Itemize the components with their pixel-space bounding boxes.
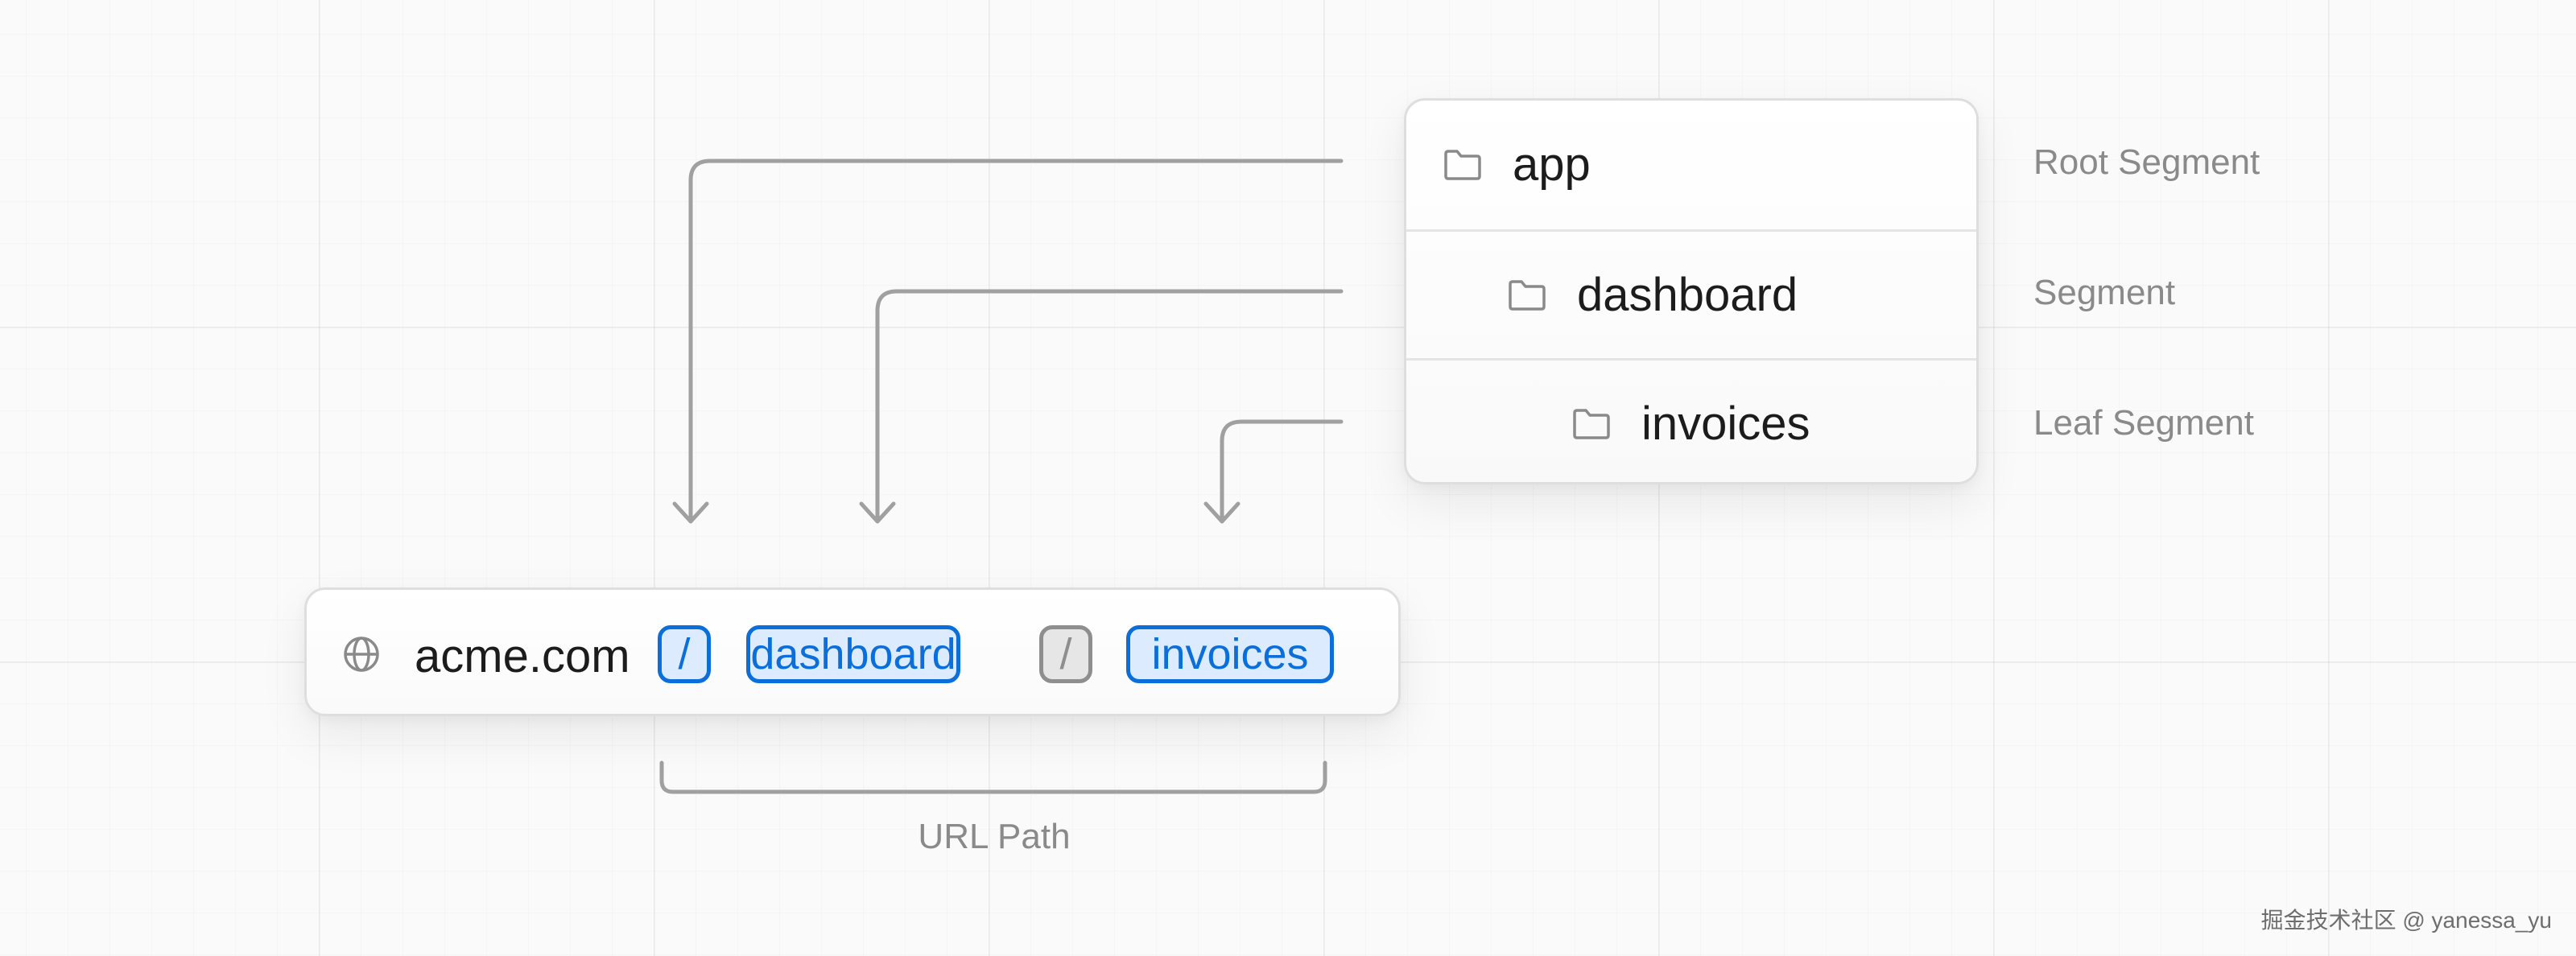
url-path-bracket [659, 760, 1327, 794]
url-path-label: URL Path [918, 817, 1071, 856]
tree-row-dashboard[interactable]: dashboard [1406, 229, 1976, 358]
tree-row-app[interactable]: app [1406, 101, 1976, 229]
url-slash-separator[interactable]: / [1039, 625, 1092, 683]
globe-icon [344, 637, 379, 672]
url-domain: acme.com [415, 630, 630, 682]
folder-icon [1509, 279, 1546, 311]
folder-label-dashboard: dashboard [1577, 268, 1798, 321]
diagram-canvas: app dashboard invoices Root Segment Segm… [0, 0, 2576, 956]
folder-tree-card: app dashboard invoices [1404, 98, 1979, 484]
folder-icon [1573, 408, 1610, 439]
connector-root-to-slash [688, 159, 1344, 522]
url-segment-invoices[interactable]: invoices [1126, 625, 1334, 683]
watermark: 掘金技术社区 @ yanessa_yu [2260, 908, 2552, 933]
url-bar[interactable]: acme.com / dashboard / invoices [304, 587, 1401, 716]
folder-label-invoices: invoices [1641, 397, 1810, 450]
segment-label: Segment [2033, 273, 2176, 312]
folder-icon [1444, 150, 1481, 180]
url-slash-root[interactable]: / [658, 625, 711, 683]
connector-invoices-to-invoices [1220, 419, 1344, 522]
tree-row-invoices[interactable]: invoices [1406, 358, 1976, 482]
root-segment-label: Root Segment [2033, 142, 2260, 182]
connector-dashboard-to-dashboard [875, 289, 1344, 522]
leaf-segment-label: Leaf Segment [2033, 403, 2254, 443]
folder-label-app: app [1513, 138, 1591, 191]
url-segment-dashboard[interactable]: dashboard [746, 625, 960, 683]
